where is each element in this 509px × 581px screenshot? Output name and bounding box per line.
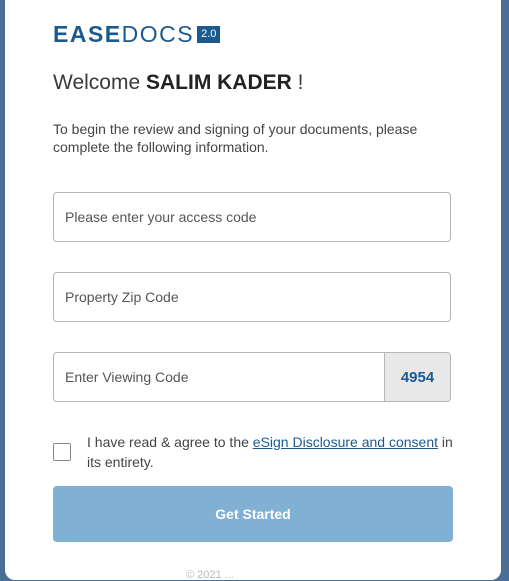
easedocs-logo: EASE DOCS 2.0 xyxy=(53,21,221,47)
logo-version-badge: 2.0 xyxy=(197,25,221,43)
welcome-name: SALIM KADER xyxy=(145,71,292,94)
viewing-code-field[interactable]: 4954 xyxy=(53,352,451,402)
get-started-button[interactable]: Get Started xyxy=(53,486,453,542)
consent-before: I have read & agree to the xyxy=(87,434,253,450)
consent-text: I have read & agree to the eSign Disclos… xyxy=(87,432,457,472)
esign-disclosure-link[interactable]: eSign Disclosure and consent xyxy=(253,434,438,450)
logo-docs: DOCS xyxy=(121,21,195,47)
footer-copyright: © 2021 ... xyxy=(186,569,234,581)
access-code-field[interactable] xyxy=(53,192,451,242)
zip-code-input[interactable] xyxy=(54,273,450,321)
viewing-code-value: 4954 xyxy=(384,353,450,401)
zip-code-field[interactable] xyxy=(53,272,451,322)
logo-ease: EASE xyxy=(53,21,122,47)
welcome-heading: Welcome SALIM KADER ! xyxy=(53,71,304,95)
consent-checkbox[interactable] xyxy=(53,443,71,461)
login-card: EASE DOCS 2.0 Welcome SALIM KADER ! To beg… xyxy=(5,0,501,580)
viewing-code-input[interactable] xyxy=(54,353,384,401)
intro-text: To begin the review and signing of your … xyxy=(53,121,418,155)
consent-row: I have read & agree to the eSign Disclos… xyxy=(53,430,453,470)
access-code-input[interactable] xyxy=(54,193,450,241)
welcome-prefix: Welcome xyxy=(53,71,146,94)
welcome-suffix: ! xyxy=(291,71,304,94)
